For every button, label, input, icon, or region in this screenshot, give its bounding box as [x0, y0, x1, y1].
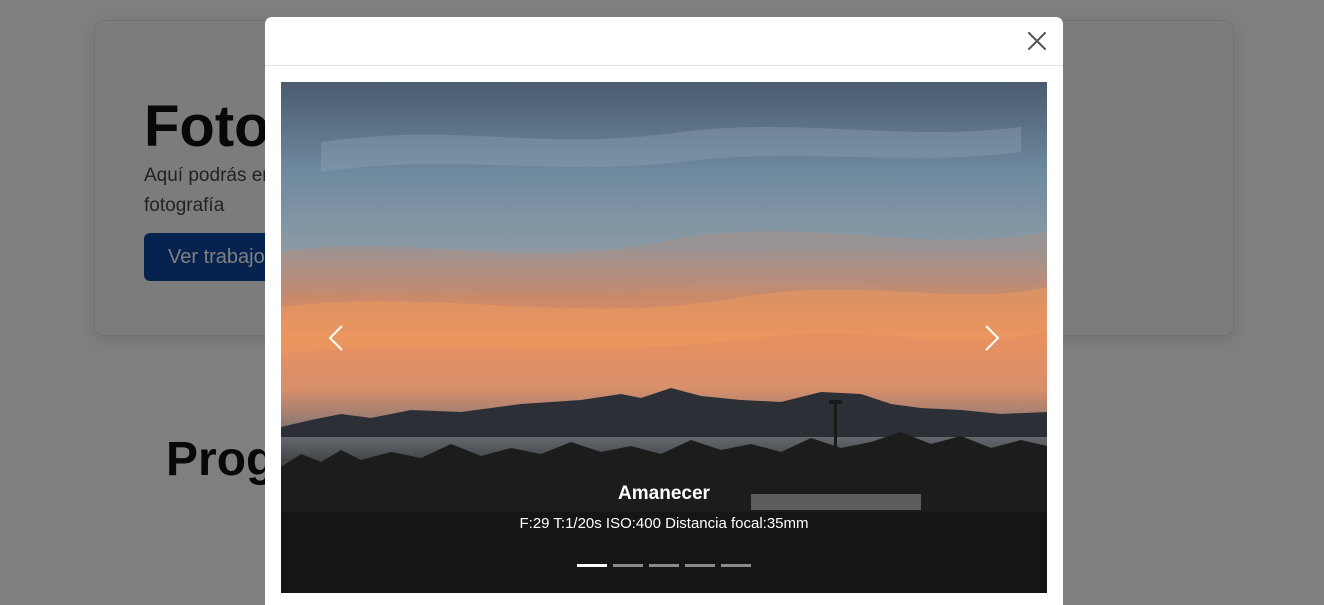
carousel-indicator[interactable] [577, 564, 607, 567]
carousel-indicators [281, 564, 1047, 567]
modal-body: Amanecer F:29 T:1/20s ISO:400 Distancia … [265, 66, 1063, 605]
carousel-indicator[interactable] [685, 564, 715, 567]
slide-description: F:29 T:1/20s ISO:400 Distancia focal:35m… [519, 515, 809, 532]
chevron-right-icon [985, 324, 1000, 351]
close-icon [1028, 32, 1046, 50]
carousel-indicator[interactable] [649, 564, 679, 567]
photo-carousel: Amanecer F:29 T:1/20s ISO:400 Distancia … [281, 82, 1047, 593]
carousel-indicator[interactable] [613, 564, 643, 567]
photo-modal: Amanecer F:29 T:1/20s ISO:400 Distancia … [265, 17, 1063, 605]
carousel-indicator[interactable] [721, 564, 751, 567]
slide-caption: Amanecer F:29 T:1/20s ISO:400 Distancia … [281, 482, 1047, 534]
slide-title: Amanecer [618, 483, 710, 504]
chevron-left-icon [328, 324, 343, 351]
modal-header [265, 17, 1063, 66]
close-button[interactable] [1025, 29, 1049, 53]
